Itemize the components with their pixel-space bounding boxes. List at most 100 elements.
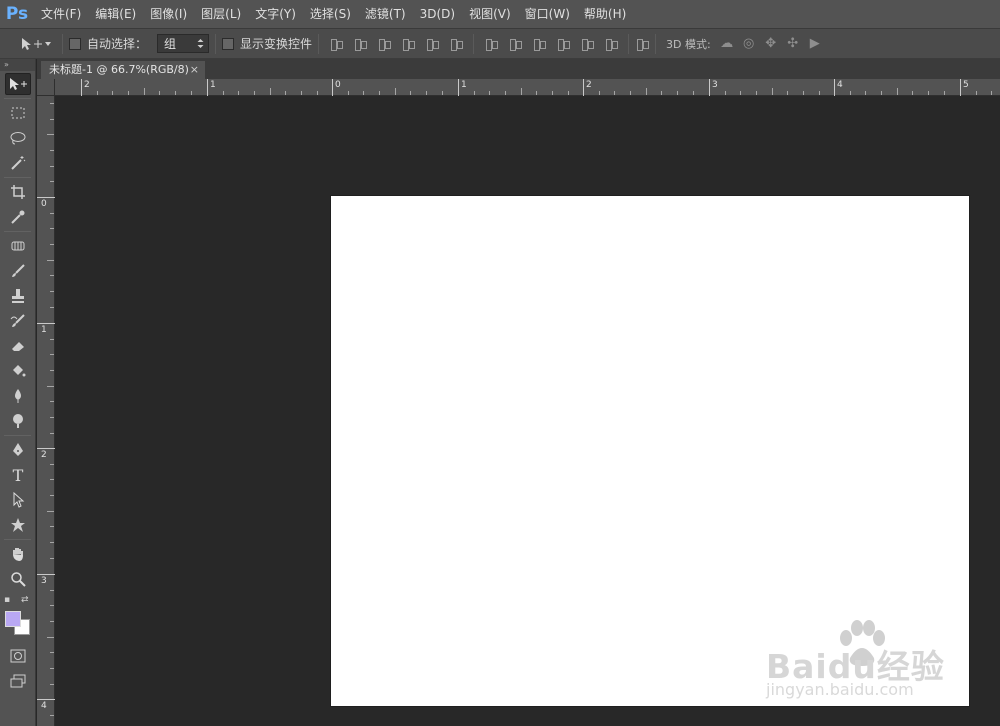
- lasso-tool-icon[interactable]: [5, 127, 31, 149]
- blur-tool-icon[interactable]: [5, 385, 31, 407]
- 3d-scale-icon[interactable]: ▶: [807, 36, 823, 51]
- distribute-hcenter-icon[interactable]: [580, 37, 595, 51]
- ruler-minor-tick: [301, 91, 302, 95]
- pen-tool-icon[interactable]: [5, 439, 31, 461]
- divider: [655, 33, 657, 54]
- 3d-pan-icon[interactable]: ✥: [763, 36, 779, 51]
- 3d-roll-icon[interactable]: ◎: [741, 36, 757, 51]
- hand-tool-icon[interactable]: [5, 543, 31, 565]
- divider: [4, 539, 31, 540]
- distribute-right-icon[interactable]: [604, 37, 619, 51]
- ruler-minor-tick: [50, 590, 54, 591]
- healing-tool-icon[interactable]: [5, 235, 31, 257]
- align-top-icon[interactable]: [329, 37, 344, 51]
- custom-shape-tool-icon[interactable]: [5, 514, 31, 536]
- menu-edit[interactable]: 编辑(E): [88, 0, 143, 28]
- menu-filter[interactable]: 滤镜(T): [358, 0, 413, 28]
- align-right-icon[interactable]: [449, 37, 464, 51]
- type-tool-icon[interactable]: T: [5, 464, 31, 486]
- ruler-minor-tick: [474, 91, 475, 95]
- ruler-minor-tick: [50, 433, 54, 434]
- path-select-tool-icon[interactable]: [5, 489, 31, 511]
- auto-select-value: 组: [164, 37, 177, 51]
- align-bottom-icon[interactable]: [377, 37, 392, 51]
- zoom-tool-icon[interactable]: [5, 568, 31, 590]
- eraser-tool-icon[interactable]: [5, 335, 31, 357]
- 3d-slide-icon[interactable]: ✣: [785, 36, 801, 51]
- quick-mask-icon[interactable]: [5, 645, 31, 667]
- vertical-ruler[interactable]: 0 1 2 3 4: [37, 96, 55, 726]
- menu-view[interactable]: 视图(V): [462, 0, 518, 28]
- menu-help[interactable]: 帮助(H): [577, 0, 633, 28]
- close-icon[interactable]: ×: [190, 61, 199, 79]
- ruler-major-tick: [37, 197, 55, 198]
- ruler-major-tick: [37, 448, 55, 449]
- paint-bucket-tool-icon[interactable]: [5, 360, 31, 382]
- ruler-minor-tick: [536, 91, 537, 95]
- ruler-minor-tick: [881, 91, 882, 95]
- auto-align-icon[interactable]: [635, 37, 650, 51]
- ruler-minor-tick: [865, 91, 866, 95]
- dodge-tool-icon[interactable]: [5, 410, 31, 432]
- ruler-minor-tick: [50, 166, 54, 167]
- marquee-tool-icon[interactable]: [5, 102, 31, 124]
- divider: [62, 33, 63, 54]
- screen-mode-icon[interactable]: [5, 670, 31, 692]
- ruler-minor-tick: [50, 354, 54, 355]
- swap-colors-icon[interactable]: ⇄: [21, 595, 29, 605]
- document-tab[interactable]: 未标题-1 @ 66.7%(RGB/8) ×: [41, 61, 205, 79]
- distribute-bottom-icon[interactable]: [532, 37, 547, 51]
- magic-wand-tool-icon[interactable]: [5, 152, 31, 174]
- align-left-icon[interactable]: [401, 37, 416, 51]
- auto-select-checkbox[interactable]: [69, 37, 81, 50]
- distribute-left-icon[interactable]: [556, 37, 571, 51]
- ruler-minor-tick: [693, 91, 694, 95]
- ruler-minor-tick: [50, 244, 54, 245]
- ruler-minor-tick: [50, 526, 54, 527]
- stamp-tool-icon[interactable]: [5, 285, 31, 307]
- brush-tool-icon[interactable]: [5, 260, 31, 282]
- auto-select-dropdown[interactable]: 组: [157, 34, 210, 53]
- show-transform-checkbox[interactable]: [222, 37, 235, 50]
- ruler-minor-tick: [614, 91, 615, 95]
- move-tool-icon[interactable]: [5, 73, 31, 95]
- eyedropper-tool-icon[interactable]: [5, 206, 31, 228]
- ruler-minor-tick: [661, 91, 662, 95]
- move-tool-icon: [22, 37, 42, 50]
- default-colors-icon[interactable]: ▪: [4, 595, 10, 605]
- crop-tool-icon[interactable]: [5, 181, 31, 203]
- foreground-color-swatch[interactable]: [5, 611, 21, 627]
- align-hcenter-icon[interactable]: [425, 37, 440, 51]
- divider: [4, 177, 31, 178]
- horizontal-ruler[interactable]: 2 1 0 1 2 3 4 5: [55, 79, 1000, 96]
- collapse-icon[interactable]: »: [0, 59, 35, 71]
- ruler-label: 1: [41, 325, 47, 335]
- ruler-minor-tick: [128, 91, 129, 95]
- menu-layer[interactable]: 图层(L): [194, 0, 248, 28]
- ruler-origin[interactable]: [37, 79, 55, 96]
- menu-type[interactable]: 文字(Y): [248, 0, 303, 28]
- ruler-minor-tick: [850, 91, 851, 95]
- menu-window[interactable]: 窗口(W): [518, 0, 577, 28]
- ruler-minor-tick: [976, 91, 977, 95]
- ruler-minor-tick: [50, 307, 54, 308]
- ruler-minor-tick: [756, 91, 757, 95]
- menu-3d[interactable]: 3D(D): [413, 0, 462, 28]
- options-bar: 自动选择： 组 显示变换控件 3D 模式: ☁ ◎ ✥ ✣ ▶: [0, 28, 1000, 59]
- ruler-label: 4: [837, 80, 843, 90]
- divider: [4, 435, 31, 436]
- distribute-top-icon[interactable]: [484, 37, 499, 51]
- align-vcenter-icon[interactable]: [353, 37, 368, 51]
- ruler-minor-tick: [50, 103, 54, 104]
- menu-file[interactable]: 文件(F): [34, 0, 88, 28]
- ruler-label: 0: [41, 199, 47, 209]
- ruler-minor-tick: [50, 370, 54, 371]
- menu-image[interactable]: 图像(I): [143, 0, 194, 28]
- distribute-vcenter-icon[interactable]: [508, 37, 523, 51]
- ruler-label: 3: [712, 80, 718, 90]
- menu-select[interactable]: 选择(S): [303, 0, 358, 28]
- 3d-rotate-icon[interactable]: ☁: [719, 36, 735, 51]
- ruler-minor-tick: [379, 91, 380, 95]
- history-brush-tool-icon[interactable]: [5, 310, 31, 332]
- tool-preset-picker[interactable]: [0, 37, 56, 51]
